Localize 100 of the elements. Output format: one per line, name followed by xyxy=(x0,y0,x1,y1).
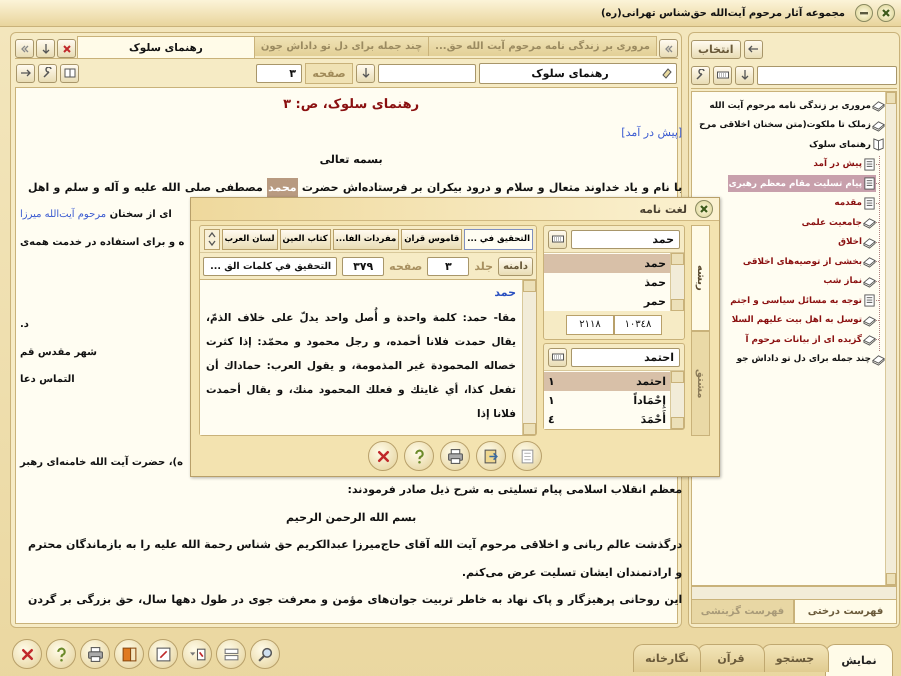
page-field[interactable]: ٣٧٩ xyxy=(342,256,384,276)
side-tab[interactable]: ریشه xyxy=(691,225,710,330)
dictionary-tab[interactable]: لسان العرب xyxy=(222,228,278,250)
tree-item[interactable]: پیش در آمد xyxy=(812,156,876,172)
word-text: أَحْمَدَ xyxy=(640,410,666,429)
derived-search-field[interactable]: احتمد xyxy=(571,348,680,366)
close-button[interactable] xyxy=(695,200,713,218)
layout-button[interactable] xyxy=(216,639,246,669)
down-arrow-icon xyxy=(738,69,750,81)
text-line: این روحانی پرهیزگار و پاک نهاد به خاطر تربیت جوان‌های مؤمن و معرفت جوی در طول دهها سال، حق بزرگی بر گردن xyxy=(28,592,682,608)
dialog-title: لغت نامه xyxy=(639,202,687,216)
tree-item[interactable]: توجه به مسائل سیاسی و اجتم xyxy=(729,292,876,309)
count-text: ٤ xyxy=(548,412,555,428)
scroll-tabs-button[interactable] xyxy=(659,39,678,58)
count-text: ١ xyxy=(548,374,555,390)
keyboard-button[interactable] xyxy=(548,348,567,366)
tree-item[interactable]: اخلاق xyxy=(837,234,876,250)
close-button[interactable] xyxy=(877,4,895,22)
tree-item[interactable]: چند جمله برای دل تو داداش جو xyxy=(736,350,885,368)
settings-button[interactable] xyxy=(691,66,710,84)
keyboard-button[interactable] xyxy=(548,230,567,248)
book-icon xyxy=(863,216,876,229)
help-button[interactable] xyxy=(404,441,434,471)
tree-item[interactable]: توسل به اهل بیت علیهم السلا xyxy=(730,312,876,328)
dropdown-icon xyxy=(188,646,206,662)
scrollbar[interactable] xyxy=(885,92,896,585)
print-button[interactable] xyxy=(440,441,470,471)
text-line: بسم الله الرحمن الرحیم xyxy=(286,510,416,524)
help-button[interactable] xyxy=(46,639,76,669)
list-item[interactable]: أَحْمَدَ ٤ xyxy=(544,410,670,429)
scrollbar[interactable] xyxy=(670,253,684,311)
next-button[interactable] xyxy=(16,64,35,82)
tree-item[interactable]: بخشی از توصیه‌های اخلاقی xyxy=(742,253,876,270)
go-button[interactable] xyxy=(356,64,375,82)
source-field[interactable]: التحقيق في كلمات الق ... xyxy=(203,256,338,276)
text-line: ه و برای استفاده در خدمت همه‌ی xyxy=(20,236,184,248)
spinner-button[interactable] xyxy=(204,228,220,250)
section-tab[interactable]: قرآن xyxy=(697,644,765,672)
keyboard-button[interactable] xyxy=(713,66,732,84)
volume-field[interactable]: ٣ xyxy=(427,256,470,276)
dictionary-tab[interactable]: مفردات الفا... xyxy=(332,228,400,250)
document-tab[interactable]: رهنمای سلوک xyxy=(77,36,255,58)
book-button[interactable] xyxy=(114,639,144,669)
list-item[interactable]: حمذ xyxy=(544,273,670,292)
split-view-button[interactable] xyxy=(60,64,79,82)
text-line: با نام و یاد خداوند متعال و سلام و درود بیکران بر فرستاده‌اش حضرت محمد مصطفی صلی الله علیه و آله و سلم و اهل xyxy=(28,174,682,201)
search-field[interactable] xyxy=(378,64,476,82)
right-arrow-icon xyxy=(20,67,32,79)
tree-item[interactable]: زملک تا ملکوت(متن سخنان اخلاقی مرح xyxy=(698,116,885,134)
close-button[interactable] xyxy=(12,639,42,669)
count-text: ١٠٣٤٨ xyxy=(614,315,662,335)
close-tab-button[interactable] xyxy=(57,39,76,58)
tree-item[interactable]: رهنمای سلوک xyxy=(808,136,885,153)
tree-item[interactable]: گزیده ای از بیانات مرحوم آ xyxy=(744,331,876,348)
link[interactable]: مرحوم آیت‌الله میرزا xyxy=(20,209,106,220)
go-button[interactable] xyxy=(735,66,754,84)
tree-item[interactable]: مروری بر زندگی نامه مرحوم آیت الله xyxy=(708,97,885,114)
up-down-icon xyxy=(206,231,217,247)
print-button[interactable] xyxy=(80,639,110,669)
list-item[interactable]: احتمد ١ xyxy=(544,372,670,391)
dictionary-tab[interactable]: قاموس قران xyxy=(401,228,462,250)
scrollbar[interactable] xyxy=(670,371,684,429)
bookmark-button[interactable] xyxy=(182,639,212,669)
back-button[interactable] xyxy=(744,40,763,58)
scrollbar[interactable] xyxy=(522,280,536,435)
search-field[interactable] xyxy=(757,66,897,84)
tab-list-button[interactable] xyxy=(36,39,55,58)
double-chevron-icon xyxy=(662,42,674,54)
minimize-button[interactable] xyxy=(855,4,873,22)
keyboard-icon xyxy=(552,351,564,363)
book-icon xyxy=(863,333,876,346)
tree-item[interactable]: جامعیت علمی xyxy=(800,214,876,231)
scope-button[interactable]: دامنه xyxy=(498,256,533,276)
print-icon xyxy=(86,646,104,662)
tree-item[interactable]: نماز شب xyxy=(822,272,876,290)
horizontal-scrollbar[interactable] xyxy=(691,586,897,600)
dictionary-tab[interactable]: كتاب العين xyxy=(280,228,331,250)
book-icon xyxy=(863,255,876,268)
document-icon xyxy=(518,448,536,464)
close-button[interactable] xyxy=(368,441,398,471)
section-tab[interactable]: نمایش xyxy=(825,644,893,676)
tree-item[interactable]: مقدمه xyxy=(833,194,876,212)
dictionary-tab[interactable]: التحقيق في ... xyxy=(464,228,533,250)
select-button[interactable]: انتخاب xyxy=(691,40,741,58)
list-item[interactable]: إِحْمَاداً ١ xyxy=(544,391,670,410)
root-search-field[interactable]: حمد xyxy=(571,230,680,248)
page-field[interactable]: ۳ xyxy=(256,64,302,82)
document-button[interactable] xyxy=(512,441,542,471)
page-icon xyxy=(863,294,876,307)
list-item[interactable]: حمر xyxy=(544,292,670,311)
search-button[interactable] xyxy=(250,639,280,669)
section-tab[interactable]: جستجو xyxy=(761,644,829,672)
list-item[interactable]: حمد xyxy=(544,254,670,273)
paste-button[interactable] xyxy=(476,441,506,471)
settings-button[interactable] xyxy=(38,64,57,82)
index-tab[interactable]: فهرست درختی xyxy=(794,600,897,624)
scroll-tabs-button[interactable] xyxy=(15,39,34,58)
notes-button[interactable] xyxy=(148,639,178,669)
section-tab[interactable]: نگارخانه xyxy=(633,644,701,672)
book-field[interactable]: رهنمای سلوک xyxy=(479,62,677,84)
